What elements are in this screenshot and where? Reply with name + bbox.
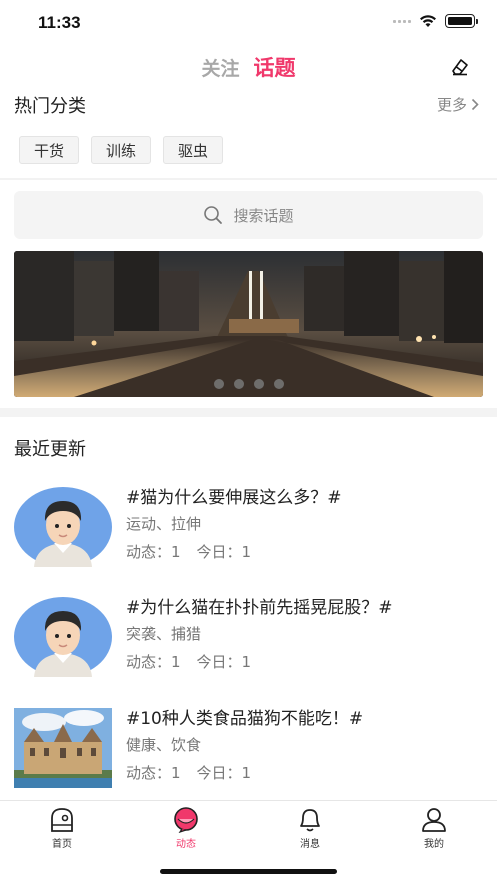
eraser-edit-icon[interactable] — [449, 56, 471, 78]
topic-dynamic-count: 动态：1 — [126, 653, 181, 671]
search-bar[interactable]: 搜索话题 — [14, 191, 483, 239]
topic-stats: 动态：1 今日：1 — [126, 651, 251, 672]
section-divider — [0, 408, 497, 417]
status-icons — [393, 14, 478, 28]
tab-messages-label: 消息 — [300, 839, 320, 850]
topic-title: #为什么猫在扑扑前先摇晃屁股？# — [126, 598, 393, 618]
hot-categories-title: 热门分类 — [14, 96, 86, 117]
battery-icon — [445, 14, 478, 28]
chip-category[interactable]: 驱虫 — [163, 136, 224, 164]
dynamic-bubble-icon — [174, 807, 198, 833]
tab-home[interactable]: 首页 — [32, 807, 92, 850]
topic-thumbnail — [14, 708, 112, 788]
carousel-dot[interactable] — [233, 379, 244, 389]
recent-updates-title: 最近更新 — [14, 439, 86, 460]
search-placeholder: 搜索话题 — [233, 206, 294, 225]
topic-tags: 突袭、捕猎 — [126, 625, 202, 643]
chip-category[interactable]: 训练 — [91, 136, 152, 164]
topic-today-count: 今日：1 — [196, 543, 252, 561]
tab-profile-label: 我的 — [424, 839, 444, 850]
topic-stats: 动态：1 今日：1 — [126, 541, 251, 562]
topic-tags: 健康、饮食 — [126, 736, 202, 754]
topic-dynamic-count: 动态：1 — [126, 543, 181, 561]
topic-item[interactable]: #10种人类食品猫狗不能吃！# 健康、饮食 动态：1 今日：1 — [14, 708, 484, 798]
topic-tags: 运动、拉伸 — [126, 515, 202, 533]
topic-title: #10种人类食品猫狗不能吃！# — [126, 709, 364, 729]
chip-category[interactable]: 干货 — [19, 136, 80, 164]
carousel-dot[interactable] — [213, 379, 224, 389]
topic-avatar — [14, 487, 112, 567]
carousel-dot[interactable] — [253, 379, 264, 389]
more-link[interactable]: 更多 — [437, 94, 479, 115]
topic-today-count: 今日：1 — [196, 764, 252, 782]
nav-tabs: 关注 话题 — [0, 52, 497, 82]
tab-dynamic-label: 动态 — [176, 839, 196, 850]
topic-dynamic-count: 动态：1 — [126, 764, 181, 782]
tab-profile[interactable]: 我的 — [404, 807, 464, 850]
top-nav: 关注 话题 — [0, 46, 497, 86]
hot-categories-header: 热门分类 更多 — [14, 92, 483, 118]
tab-topic[interactable]: 话题 — [254, 52, 296, 82]
more-label: 更多 — [436, 96, 467, 114]
home-icon — [51, 808, 73, 832]
bell-icon — [300, 809, 320, 832]
banner-carousel[interactable] — [14, 251, 483, 397]
chevron-right-icon — [471, 98, 479, 111]
category-chips: 干货 训练 驱虫 — [19, 136, 224, 164]
user-icon — [422, 808, 446, 832]
banner-image — [14, 251, 483, 397]
home-indicator — [160, 869, 337, 874]
tab-dynamic[interactable]: 动态 — [156, 807, 216, 850]
tab-messages[interactable]: 消息 — [280, 807, 340, 850]
topic-item[interactable]: #猫为什么要伸展这么多？# 运动、拉伸 动态：1 今日：1 — [14, 487, 484, 577]
tab-home-label: 首页 — [52, 839, 72, 850]
status-bar: 11:33 — [0, 0, 497, 46]
carousel-dots — [14, 379, 483, 389]
topic-item[interactable]: #为什么猫在扑扑前先摇晃屁股？# 突袭、捕猎 动态：1 今日：1 — [14, 597, 484, 687]
topic-title: #猫为什么要伸展这么多？# — [126, 488, 342, 508]
carousel-dot[interactable] — [273, 379, 284, 389]
topic-avatar — [14, 597, 112, 677]
search-icon — [204, 206, 223, 224]
status-time: 11:33 — [38, 13, 81, 32]
cellular-signal-icon — [393, 19, 411, 23]
tab-follow[interactable]: 关注 — [201, 54, 239, 81]
divider — [0, 178, 497, 180]
topic-stats: 动态：1 今日：1 — [126, 762, 251, 783]
wifi-icon — [420, 15, 436, 27]
topic-today-count: 今日：1 — [196, 653, 252, 671]
